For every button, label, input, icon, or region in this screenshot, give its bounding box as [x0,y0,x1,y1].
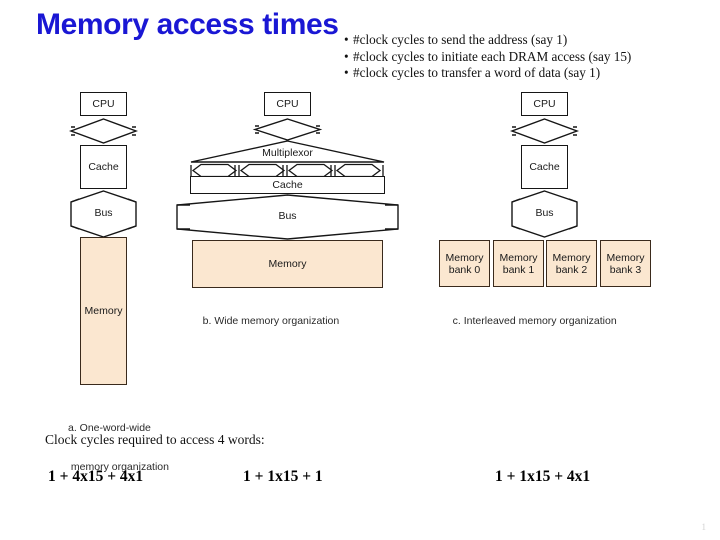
caption-diagram-c: c. Interleaved memory organization [441,302,617,341]
formula-one-word-wide: 1 + 4x15 + 4x1 [48,468,144,485]
connector-diamond-c [509,118,580,144]
node-bus-c-label: Bus [535,207,554,219]
bullet-text: #clock cycles to transfer a word of data… [353,65,601,80]
node-bus-a: Bus [70,190,137,238]
bullet-item: • #clock cycles to initiate each DRAM ac… [344,49,716,66]
caption-diagram-c-text: c. Interleaved memory organization [452,315,617,327]
node-bus-a-label: Bus [94,207,113,219]
node-memory-bank-3-line1: Memory [606,251,645,264]
bullet-list: • #clock cycles to send the address (say… [344,32,716,82]
node-cpu-a: CPU [80,92,127,116]
node-cache-b: Cache [190,176,385,194]
connector-diamond-a [68,118,139,144]
node-cache-a: Cache [80,145,127,189]
node-memory-bank-1-line1: Memory [499,251,538,264]
node-memory-bank-0: Memory bank 0 [439,240,490,287]
node-bus-b: Bus [176,194,399,240]
node-memory-bank-0-line1: Memory [445,251,484,264]
node-memory-a-label: Memory [84,305,123,317]
node-cpu-a-label: CPU [92,98,115,110]
node-cache-a-label: Cache [88,161,119,173]
bullet-text: #clock cycles to send the address (say 1… [353,32,568,47]
node-cpu-b: CPU [264,92,311,116]
bullet-item: • #clock cycles to transfer a word of da… [344,65,716,82]
page-title: Memory access times [36,8,339,41]
node-cpu-c: CPU [521,92,568,116]
bullet-text: #clock cycles to initiate each DRAM acce… [353,48,632,64]
node-memory-bank-3: Memory bank 3 [600,240,651,287]
node-cpu-b-label: CPU [276,98,299,110]
node-bus-b-label: Bus [278,210,297,222]
node-memory-bank-2-line2: bank 2 [555,263,588,276]
clock-cycles-heading: Clock cycles required to access 4 words: [45,432,265,447]
bullet-item: • #clock cycles to send the address (say… [344,32,716,49]
formula-interleaved-memory: 1 + 1x15 + 4x1 [495,468,591,485]
caption-diagram-b: b. Wide memory organization [191,302,340,341]
bullet-marker-icon: • [344,65,349,80]
node-cpu-c-label: CPU [533,98,556,110]
formula-wide-memory: 1 + 1x15 + 1 [243,468,323,485]
node-memory-bank-1-line2: bank 1 [502,263,535,276]
bullet-marker-icon: • [344,48,349,64]
node-multiplexor-b-label: Multiplexor [262,147,313,159]
node-memory-bank-0-line2: bank 0 [448,263,481,276]
page-number: 1 [701,522,707,532]
node-memory-bank-2-line1: Memory [552,251,591,264]
bullet-marker-icon: • [344,32,349,47]
node-memory-bank-1: Memory bank 1 [493,240,544,287]
node-memory-b-label: Memory [268,258,307,270]
node-memory-bank-2: Memory bank 2 [546,240,597,287]
node-bus-c: Bus [511,190,578,238]
node-memory-bank-3-line2: bank 3 [609,263,642,276]
node-memory-a: Memory [80,237,127,385]
caption-diagram-b-text: b. Wide memory organization [202,315,340,327]
connector-diamond-b [252,118,323,141]
node-cache-c: Cache [521,145,568,189]
node-memory-b: Memory [192,240,383,288]
node-cache-b-label: Cache [272,179,303,191]
node-cache-c-label: Cache [529,161,560,173]
node-multiplexor-b: Multiplexor [190,140,385,163]
